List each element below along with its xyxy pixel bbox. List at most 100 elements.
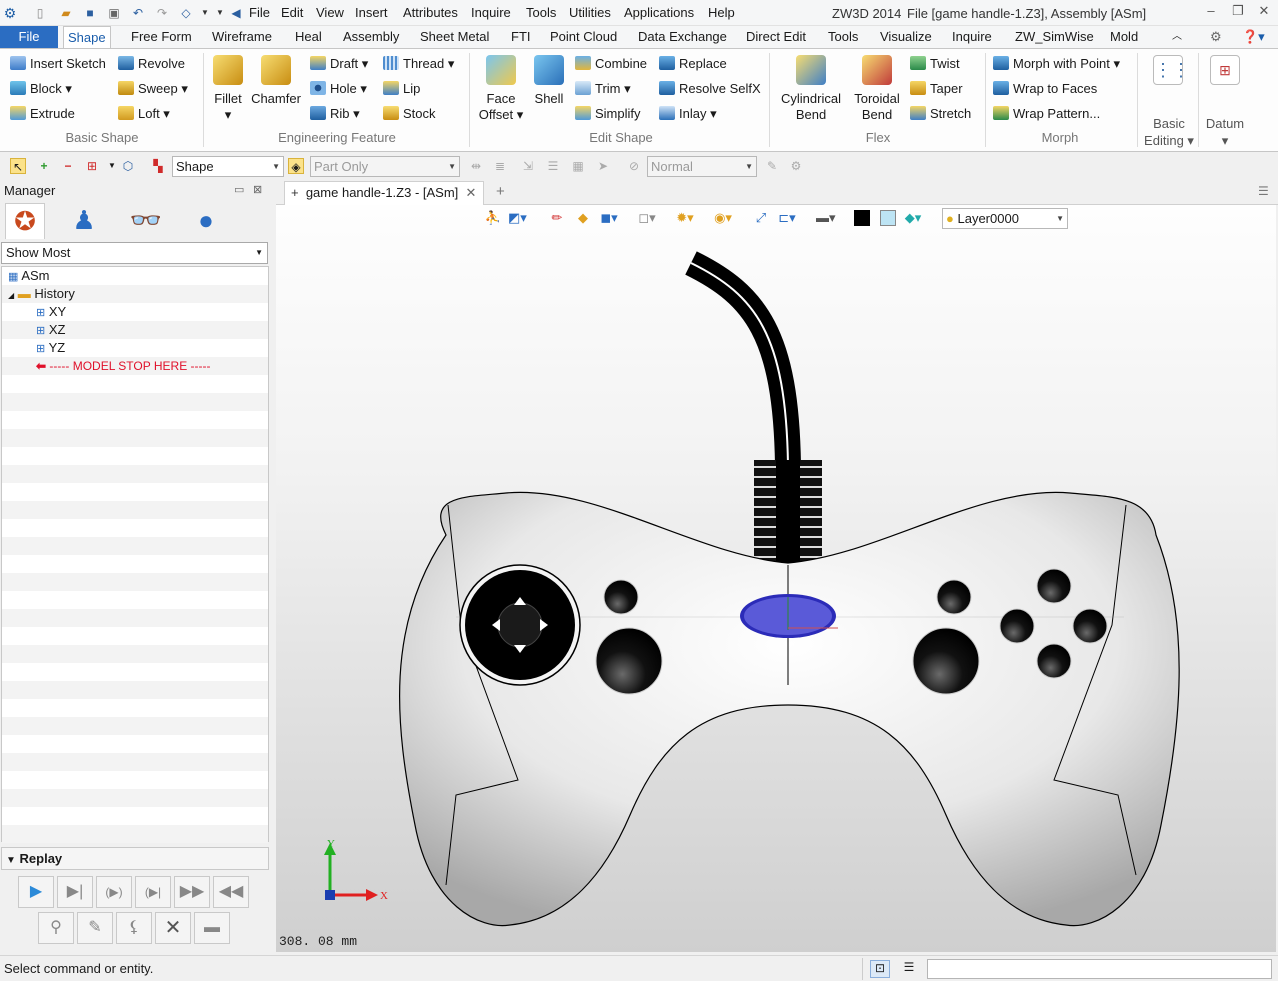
block-button[interactable]: Block ▾ [10,79,72,99]
tab-heal[interactable]: Heal [291,26,326,48]
split-icon[interactable]: ⇲ [520,158,536,174]
model-stop-marker[interactable]: ⬅ ----- MODEL STOP HERE ----- [2,357,268,375]
replay-suppress-button[interactable]: ⚸ [116,912,152,944]
wrap-pattern-button[interactable]: Wrap Pattern... [993,104,1100,124]
remove-icon[interactable]: − [60,158,76,174]
tree-item-xy[interactable]: ⊞ XY [2,303,268,321]
display-mode-combo[interactable]: Normal ▼ [647,156,757,177]
group-label-datum[interactable]: Datum ▾ [1200,115,1250,149]
stock-button[interactable]: Stock [383,104,436,124]
group-label-basic-editing[interactable]: Basic Editing ▾ [1140,115,1198,149]
tree-item-yz[interactable]: ⊞ YZ [2,339,268,357]
replay-delete-button[interactable]: ✕ [155,912,191,944]
trim-button[interactable]: Trim ▾ [575,79,631,99]
print-icon[interactable]: ▣ [106,5,122,21]
scope-combo[interactable]: Part Only ▼ [310,156,460,177]
new-file-icon[interactable]: ▯ [32,5,48,21]
cylindrical-bend-button[interactable]: Cylindrical Bend [778,55,844,123]
loft-button[interactable]: Loft ▾ [118,104,170,124]
tree-item-xz[interactable]: ⊞ XZ [2,321,268,339]
filter-icon[interactable]: ▚ [150,158,166,174]
replay-edit-button[interactable]: ✎ [77,912,113,944]
align-icon[interactable]: ⇹ [468,158,484,174]
right-small-button[interactable] [936,579,972,615]
menu-utilities[interactable]: Utilities [569,5,611,20]
replay-forward-button[interactable]: ▶▶ [174,876,210,908]
combine-button[interactable]: Combine [575,54,647,74]
command-input[interactable] [927,959,1272,979]
left-small-button[interactable] [603,579,639,615]
replay-step-over-button[interactable]: (▶| [135,876,171,908]
tab-file[interactable]: File [0,26,58,48]
replay-header[interactable]: ▼ Replay [1,847,269,870]
tab-mold[interactable]: Mold [1106,26,1142,48]
tab-visualize[interactable]: Visualize [876,26,936,48]
replay-rewind-button[interactable]: ◀◀ [213,876,249,908]
back-arrow-icon[interactable]: ◀ [228,5,244,21]
replay-folder-button[interactable]: ▬ [194,912,230,944]
tab-direct-edit[interactable]: Direct Edit [742,26,810,48]
resolve-selfx-button[interactable]: Resolve SelfX [659,79,761,99]
close-icon[interactable]: ✕ [1253,3,1275,21]
select-mode-icon[interactable]: ◇ [178,5,194,21]
chamfer-button[interactable]: Chamfer [250,55,302,107]
replace-button[interactable]: Replace [659,54,727,74]
panel-close-icon[interactable]: ⊠ [253,181,262,200]
tab-point-cloud[interactable]: Point Cloud [546,26,621,48]
basic-editing-button[interactable]: ⋮⋮ [1144,55,1192,91]
morph-with-point-button[interactable]: Morph with Point ▾ [993,54,1120,74]
tab-fti[interactable]: FTI [507,26,535,48]
expand-icon[interactable]: ◢ [8,291,14,300]
replay-play-button[interactable]: ▶ [18,876,54,908]
save-icon[interactable]: ■ [82,5,98,21]
revolve-button[interactable]: Revolve [118,54,185,74]
draft-button[interactable]: Draft ▾ [310,54,368,74]
pin-icon[interactable]: ✎ [764,158,780,174]
visual-manager-tab[interactable]: ● [186,203,226,239]
history-manager-tab[interactable]: ✪ [5,203,45,239]
simplify-button[interactable]: Simplify [575,104,641,124]
layers-icon[interactable]: ☰ [545,158,561,174]
rib-button[interactable]: Rib ▾ [310,104,360,124]
undo-icon[interactable]: ↶ [130,5,146,21]
box-select-icon[interactable]: ⊞ [84,158,100,174]
shell-button[interactable]: Shell [529,55,569,107]
tab-free-form[interactable]: Free Form [127,26,196,48]
hole-button[interactable]: Hole ▾ [310,79,367,99]
inlay-button[interactable]: Inlay ▾ [659,104,717,124]
wrap-to-faces-button[interactable]: Wrap to Faces [993,79,1097,99]
menu-applications[interactable]: Applications [624,5,694,20]
tree-filter-dropdown[interactable]: Show Most ▼ [1,242,268,264]
tab-assembly[interactable]: Assembly [339,26,403,48]
replay-step-into-button[interactable]: (▶) [96,876,132,908]
menu-insert[interactable]: Insert [355,5,388,20]
game-controller-model[interactable] [399,251,1180,927]
tab-wireframe[interactable]: Wireframe [208,26,276,48]
replay-link-button[interactable]: ⚲ [38,912,74,944]
new-tab-icon[interactable]: + [496,183,505,200]
open-file-icon[interactable]: ▰ [58,5,74,21]
tab-sheet-metal[interactable]: Sheet Metal [416,26,493,48]
lip-button[interactable]: Lip [383,79,420,99]
d-pad[interactable] [459,564,581,686]
collapse-ribbon-icon[interactable]: ︿ [1168,26,1186,48]
list-view-icon[interactable]: ☰ [899,960,919,978]
menu-tools[interactable]: Tools [526,5,556,20]
box-select-dropdown-icon[interactable]: ▼ [104,158,120,174]
menu-attributes[interactable]: Attributes [403,5,458,20]
tab-close-icon[interactable]: ✕ [466,185,477,200]
pin-icon[interactable]: + [291,185,299,200]
3d-viewport[interactable]: ⛹ ◩▾ ✏ ◆ ◼▾ ◻▾ ✹▾ ◉▾ ⤢ ⊏▾ ▬▾ ◆▾ ● Layer0… [276,205,1276,952]
part-mode-icon[interactable]: ◈ [288,158,304,174]
dropdown-icon[interactable]: ▼ [197,5,213,21]
tab-zw-simwise[interactable]: ZW_SimWise [1011,26,1098,48]
tab-list-icon[interactable]: ☰ [1258,184,1269,198]
toroidal-bend-button[interactable]: Toroidal Bend [849,55,905,123]
tab-inquire[interactable]: Inquire [948,26,996,48]
menu-view[interactable]: View [316,5,344,20]
left-stick[interactable] [595,627,663,695]
restore-icon[interactable]: ❐ [1227,3,1249,21]
menu-help[interactable]: Help [708,5,735,20]
face-offset-button[interactable]: Face Offset ▾ [478,55,524,123]
pick-cursor-icon[interactable]: ↖ [10,158,26,174]
